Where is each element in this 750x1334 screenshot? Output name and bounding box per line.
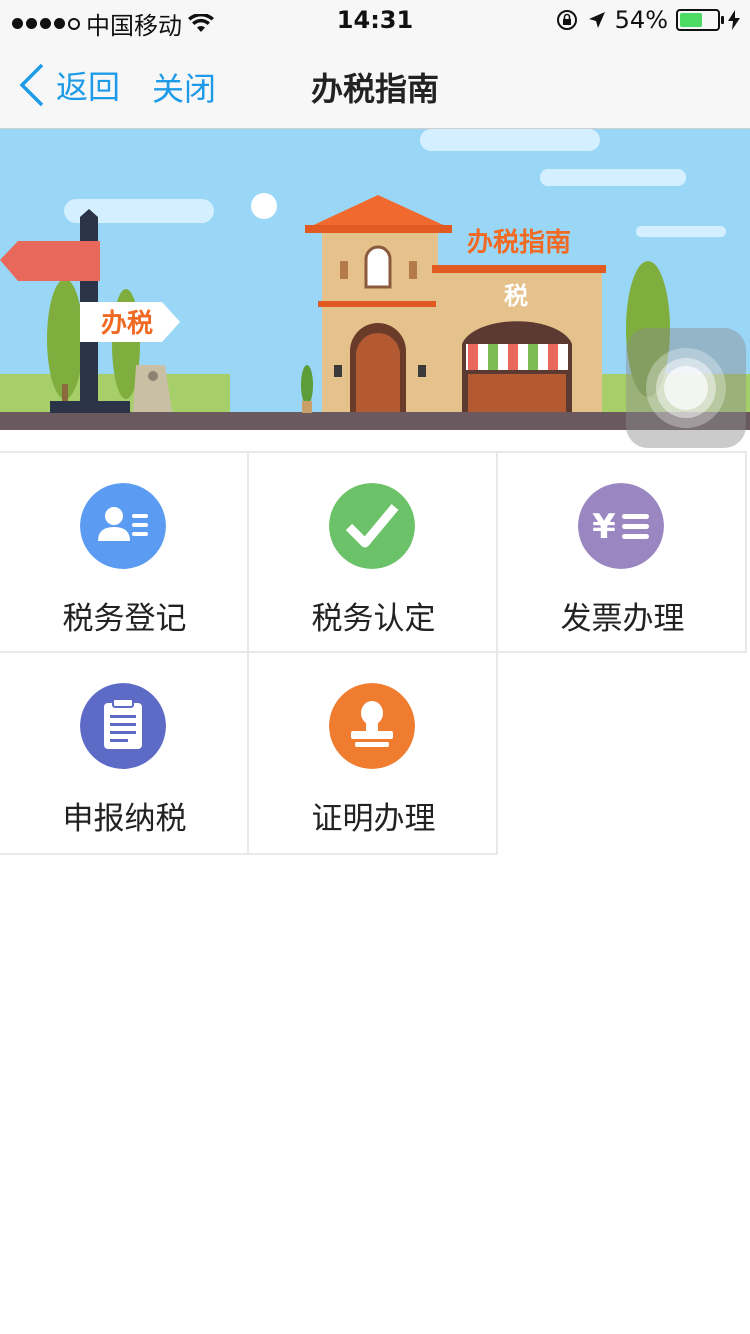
menu-item-label: 税务登记 xyxy=(62,601,187,637)
status-right: 54% xyxy=(555,6,740,34)
person-card-icon xyxy=(80,483,166,569)
menu-item-tax-determination[interactable]: 税务认定 xyxy=(249,451,498,653)
svg-text:¥: ¥ xyxy=(592,507,616,547)
menu-item-certificate[interactable]: 证明办理 xyxy=(249,653,498,855)
menu-item-label: 税务认定 xyxy=(311,601,436,637)
clipboard-icon xyxy=(80,683,166,769)
banner-sign-text: 办税 xyxy=(101,308,153,338)
navigation-bar: 返回 关闭 办税指南 xyxy=(0,40,750,129)
orientation-lock-icon xyxy=(556,10,577,30)
battery-percent: 54% xyxy=(614,6,668,34)
menu-item-invoice[interactable]: ¥ 发票办理 xyxy=(498,451,747,653)
banner-building-title: 办税指南 xyxy=(467,227,571,257)
location-arrow-icon xyxy=(588,12,605,28)
page-title: 办税指南 xyxy=(310,70,439,108)
menu-item-tax-registration[interactable]: 税务登记 xyxy=(0,451,249,653)
status-bar: 中国移动 14:31 54% xyxy=(0,0,750,40)
stamp-icon xyxy=(329,683,415,769)
menu-item-label: 证明办理 xyxy=(311,801,436,837)
battery-icon xyxy=(676,9,724,31)
menu-item-label: 发票办理 xyxy=(560,601,685,637)
banner-building-sign: 税 xyxy=(504,282,528,310)
menu-item-tax-filing[interactable]: 申报纳税 xyxy=(0,653,249,855)
yuan-list-icon: ¥ xyxy=(578,483,664,569)
assistive-touch-button[interactable] xyxy=(626,328,746,448)
charging-bolt-icon xyxy=(728,10,740,30)
menu-item-label: 申报纳税 xyxy=(62,801,187,837)
checkmark-icon xyxy=(329,483,415,569)
